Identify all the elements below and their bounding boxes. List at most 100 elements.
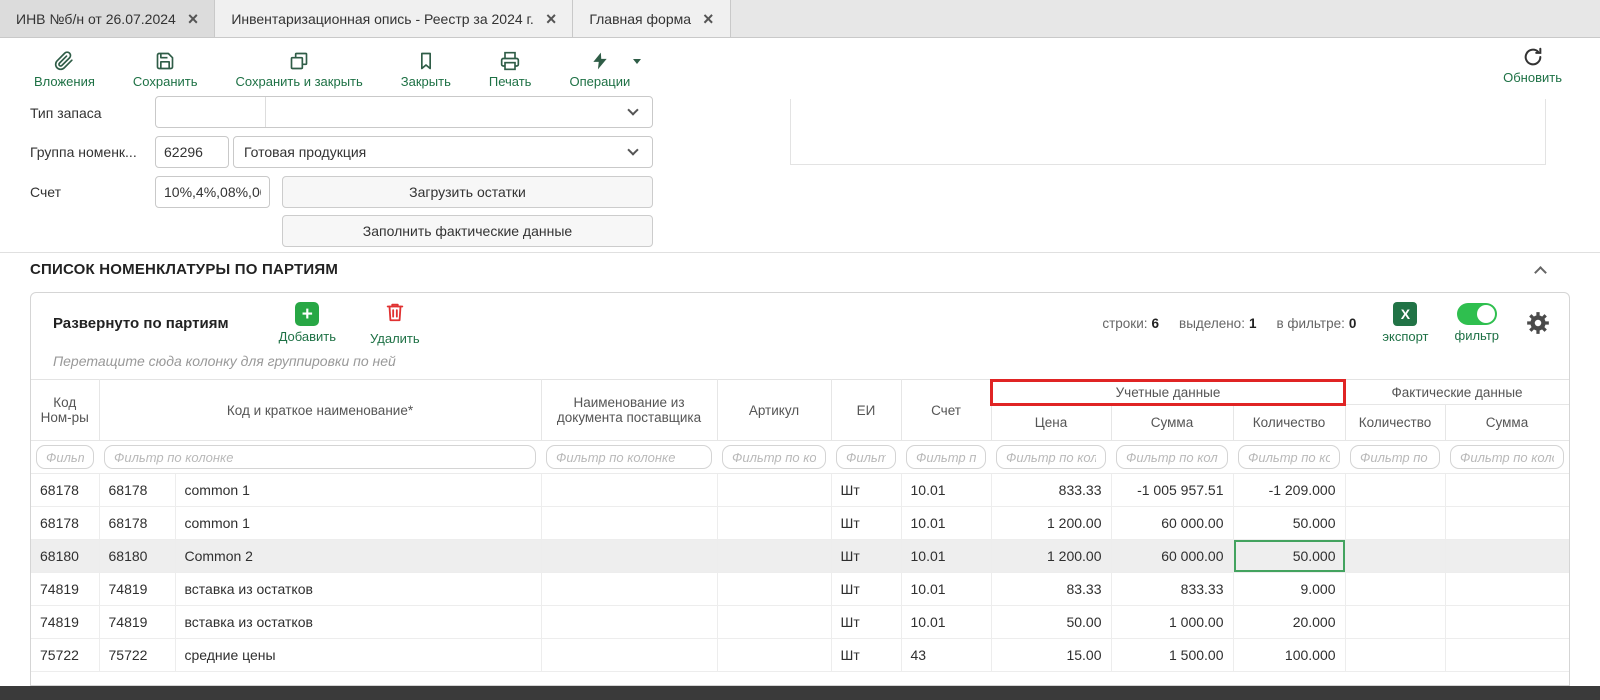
cell-sum[interactable]: 60 000.00 <box>1111 507 1233 540</box>
cell-code[interactable]: 75722 <box>31 639 99 672</box>
cell-article[interactable] <box>717 474 831 507</box>
cell-article[interactable] <box>717 573 831 606</box>
item-group-select[interactable]: Готовая продукция <box>233 136 653 168</box>
cell-code2[interactable]: 74819 <box>99 573 175 606</box>
cell-fact_sum[interactable] <box>1445 573 1569 606</box>
cell-sum[interactable]: -1 005 957.51 <box>1111 474 1233 507</box>
table-row[interactable]: 7572275722средние ценыШт4315.001 500.001… <box>31 639 1569 672</box>
fill-actual-data-button[interactable]: Заполнить фактические данные <box>282 215 653 247</box>
column-header-fact-sum[interactable]: Сумма <box>1445 405 1569 441</box>
filter-input-4[interactable] <box>836 445 896 469</box>
cell-article[interactable] <box>717 606 831 639</box>
column-header-sum[interactable]: Сумма <box>1111 405 1233 441</box>
add-row-button[interactable]: + Добавить <box>279 302 336 344</box>
filter-input-9[interactable] <box>1350 445 1440 469</box>
cell-account[interactable]: 43 <box>901 639 991 672</box>
column-header-fact-qty[interactable]: Количество <box>1345 405 1445 441</box>
cell-article[interactable] <box>717 540 831 573</box>
column-header-account[interactable]: Счет <box>901 380 991 441</box>
cell-price[interactable]: 1 200.00 <box>991 540 1111 573</box>
cell-qty[interactable]: 50.000 <box>1233 540 1345 573</box>
cell-unit[interactable]: Шт <box>831 507 901 540</box>
column-header-qty[interactable]: Количество <box>1233 405 1345 441</box>
cell-sum[interactable]: 833.33 <box>1111 573 1233 606</box>
cell-doc_name[interactable] <box>541 507 717 540</box>
settings-button[interactable] <box>1525 310 1551 336</box>
table-row[interactable]: 7481974819вставка из остатковШт10.0150.0… <box>31 606 1569 639</box>
group-header-actual[interactable]: Фактические данные <box>1345 380 1569 405</box>
filter-input-6[interactable] <box>996 445 1106 469</box>
cell-fact_qty[interactable] <box>1345 507 1445 540</box>
print-button[interactable]: Печать <box>489 50 532 89</box>
cell-fact_qty[interactable] <box>1345 573 1445 606</box>
cell-doc_name[interactable] <box>541 540 717 573</box>
cell-qty[interactable]: 100.000 <box>1233 639 1345 672</box>
cell-name[interactable]: вставка из остатков <box>175 573 541 606</box>
cell-name[interactable]: common 1 <box>175 474 541 507</box>
cell-unit[interactable]: Шт <box>831 639 901 672</box>
account-field[interactable] <box>155 176 270 208</box>
filter-input-7[interactable] <box>1116 445 1228 469</box>
cell-unit[interactable]: Шт <box>831 474 901 507</box>
tab-main-form[interactable]: Главная форма × <box>573 0 730 37</box>
cell-code[interactable]: 68178 <box>31 507 99 540</box>
cell-code[interactable]: 68180 <box>31 540 99 573</box>
load-balances-button[interactable]: Загрузить остатки <box>282 176 653 208</box>
tab-inventory-doc[interactable]: ИНВ №б/н от 26.07.2024 × <box>0 0 215 37</box>
collapse-section-icon[interactable] <box>1534 266 1547 279</box>
table-row[interactable]: 6817868178common 1Шт10.011 200.0060 000.… <box>31 507 1569 540</box>
operations-button[interactable]: Операции <box>569 50 630 89</box>
cell-fact_sum[interactable] <box>1445 606 1569 639</box>
cell-article[interactable] <box>717 507 831 540</box>
cell-price[interactable]: 1 200.00 <box>991 507 1111 540</box>
view-mode-title[interactable]: Развернуто по партиям <box>53 315 229 332</box>
cell-fact_sum[interactable] <box>1445 507 1569 540</box>
cell-account[interactable]: 10.01 <box>901 507 991 540</box>
save-close-button[interactable]: Сохранить и закрыть <box>236 50 363 89</box>
filter-input-0[interactable] <box>36 445 94 469</box>
cell-code2[interactable]: 68178 <box>99 507 175 540</box>
group-header-accounting[interactable]: Учетные данные <box>991 380 1345 405</box>
stock-type-select[interactable] <box>155 96 653 128</box>
table-row[interactable]: 7481974819вставка из остатковШт10.0183.3… <box>31 573 1569 606</box>
cell-qty[interactable]: 9.000 <box>1233 573 1345 606</box>
close-icon[interactable]: × <box>546 10 557 28</box>
cell-fact_sum[interactable] <box>1445 474 1569 507</box>
cell-code[interactable]: 74819 <box>31 606 99 639</box>
cell-doc_name[interactable] <box>541 474 717 507</box>
cell-unit[interactable]: Шт <box>831 540 901 573</box>
delete-row-button[interactable]: Удалить <box>370 301 420 346</box>
filter-input-1[interactable] <box>104 445 536 469</box>
filter-input-2[interactable] <box>546 445 712 469</box>
cell-price[interactable]: 15.00 <box>991 639 1111 672</box>
cell-name[interactable]: Common 2 <box>175 540 541 573</box>
cell-doc_name[interactable] <box>541 573 717 606</box>
column-header-doc-name[interactable]: Наименование из документа поставщика <box>541 380 717 441</box>
refresh-button[interactable]: Обновить <box>1503 46 1562 85</box>
filter-input-3[interactable] <box>722 445 826 469</box>
cell-unit[interactable]: Шт <box>831 606 901 639</box>
cell-fact_sum[interactable] <box>1445 540 1569 573</box>
cell-price[interactable]: 50.00 <box>991 606 1111 639</box>
column-header-unit[interactable]: ЕИ <box>831 380 901 441</box>
cell-code2[interactable]: 68180 <box>99 540 175 573</box>
cell-qty[interactable]: 20.000 <box>1233 606 1345 639</box>
save-button[interactable]: Сохранить <box>133 50 198 89</box>
cell-fact_qty[interactable] <box>1345 474 1445 507</box>
cell-price[interactable]: 83.33 <box>991 573 1111 606</box>
cell-fact_qty[interactable] <box>1345 606 1445 639</box>
filter-input-8[interactable] <box>1238 445 1340 469</box>
cell-code2[interactable]: 74819 <box>99 606 175 639</box>
close-icon[interactable]: × <box>188 10 199 28</box>
item-group-code-field[interactable] <box>155 136 229 168</box>
filter-toggle[interactable]: фильтр <box>1455 303 1499 343</box>
column-header-article[interactable]: Артикул <box>717 380 831 441</box>
cell-sum[interactable]: 1 000.00 <box>1111 606 1233 639</box>
export-excel-button[interactable]: X экспорт <box>1382 302 1428 344</box>
cell-qty[interactable]: -1 209.000 <box>1233 474 1345 507</box>
cell-account[interactable]: 10.01 <box>901 540 991 573</box>
cell-unit[interactable]: Шт <box>831 573 901 606</box>
cell-code2[interactable]: 75722 <box>99 639 175 672</box>
attachments-button[interactable]: Вложения <box>34 50 95 89</box>
filter-input-5[interactable] <box>906 445 986 469</box>
